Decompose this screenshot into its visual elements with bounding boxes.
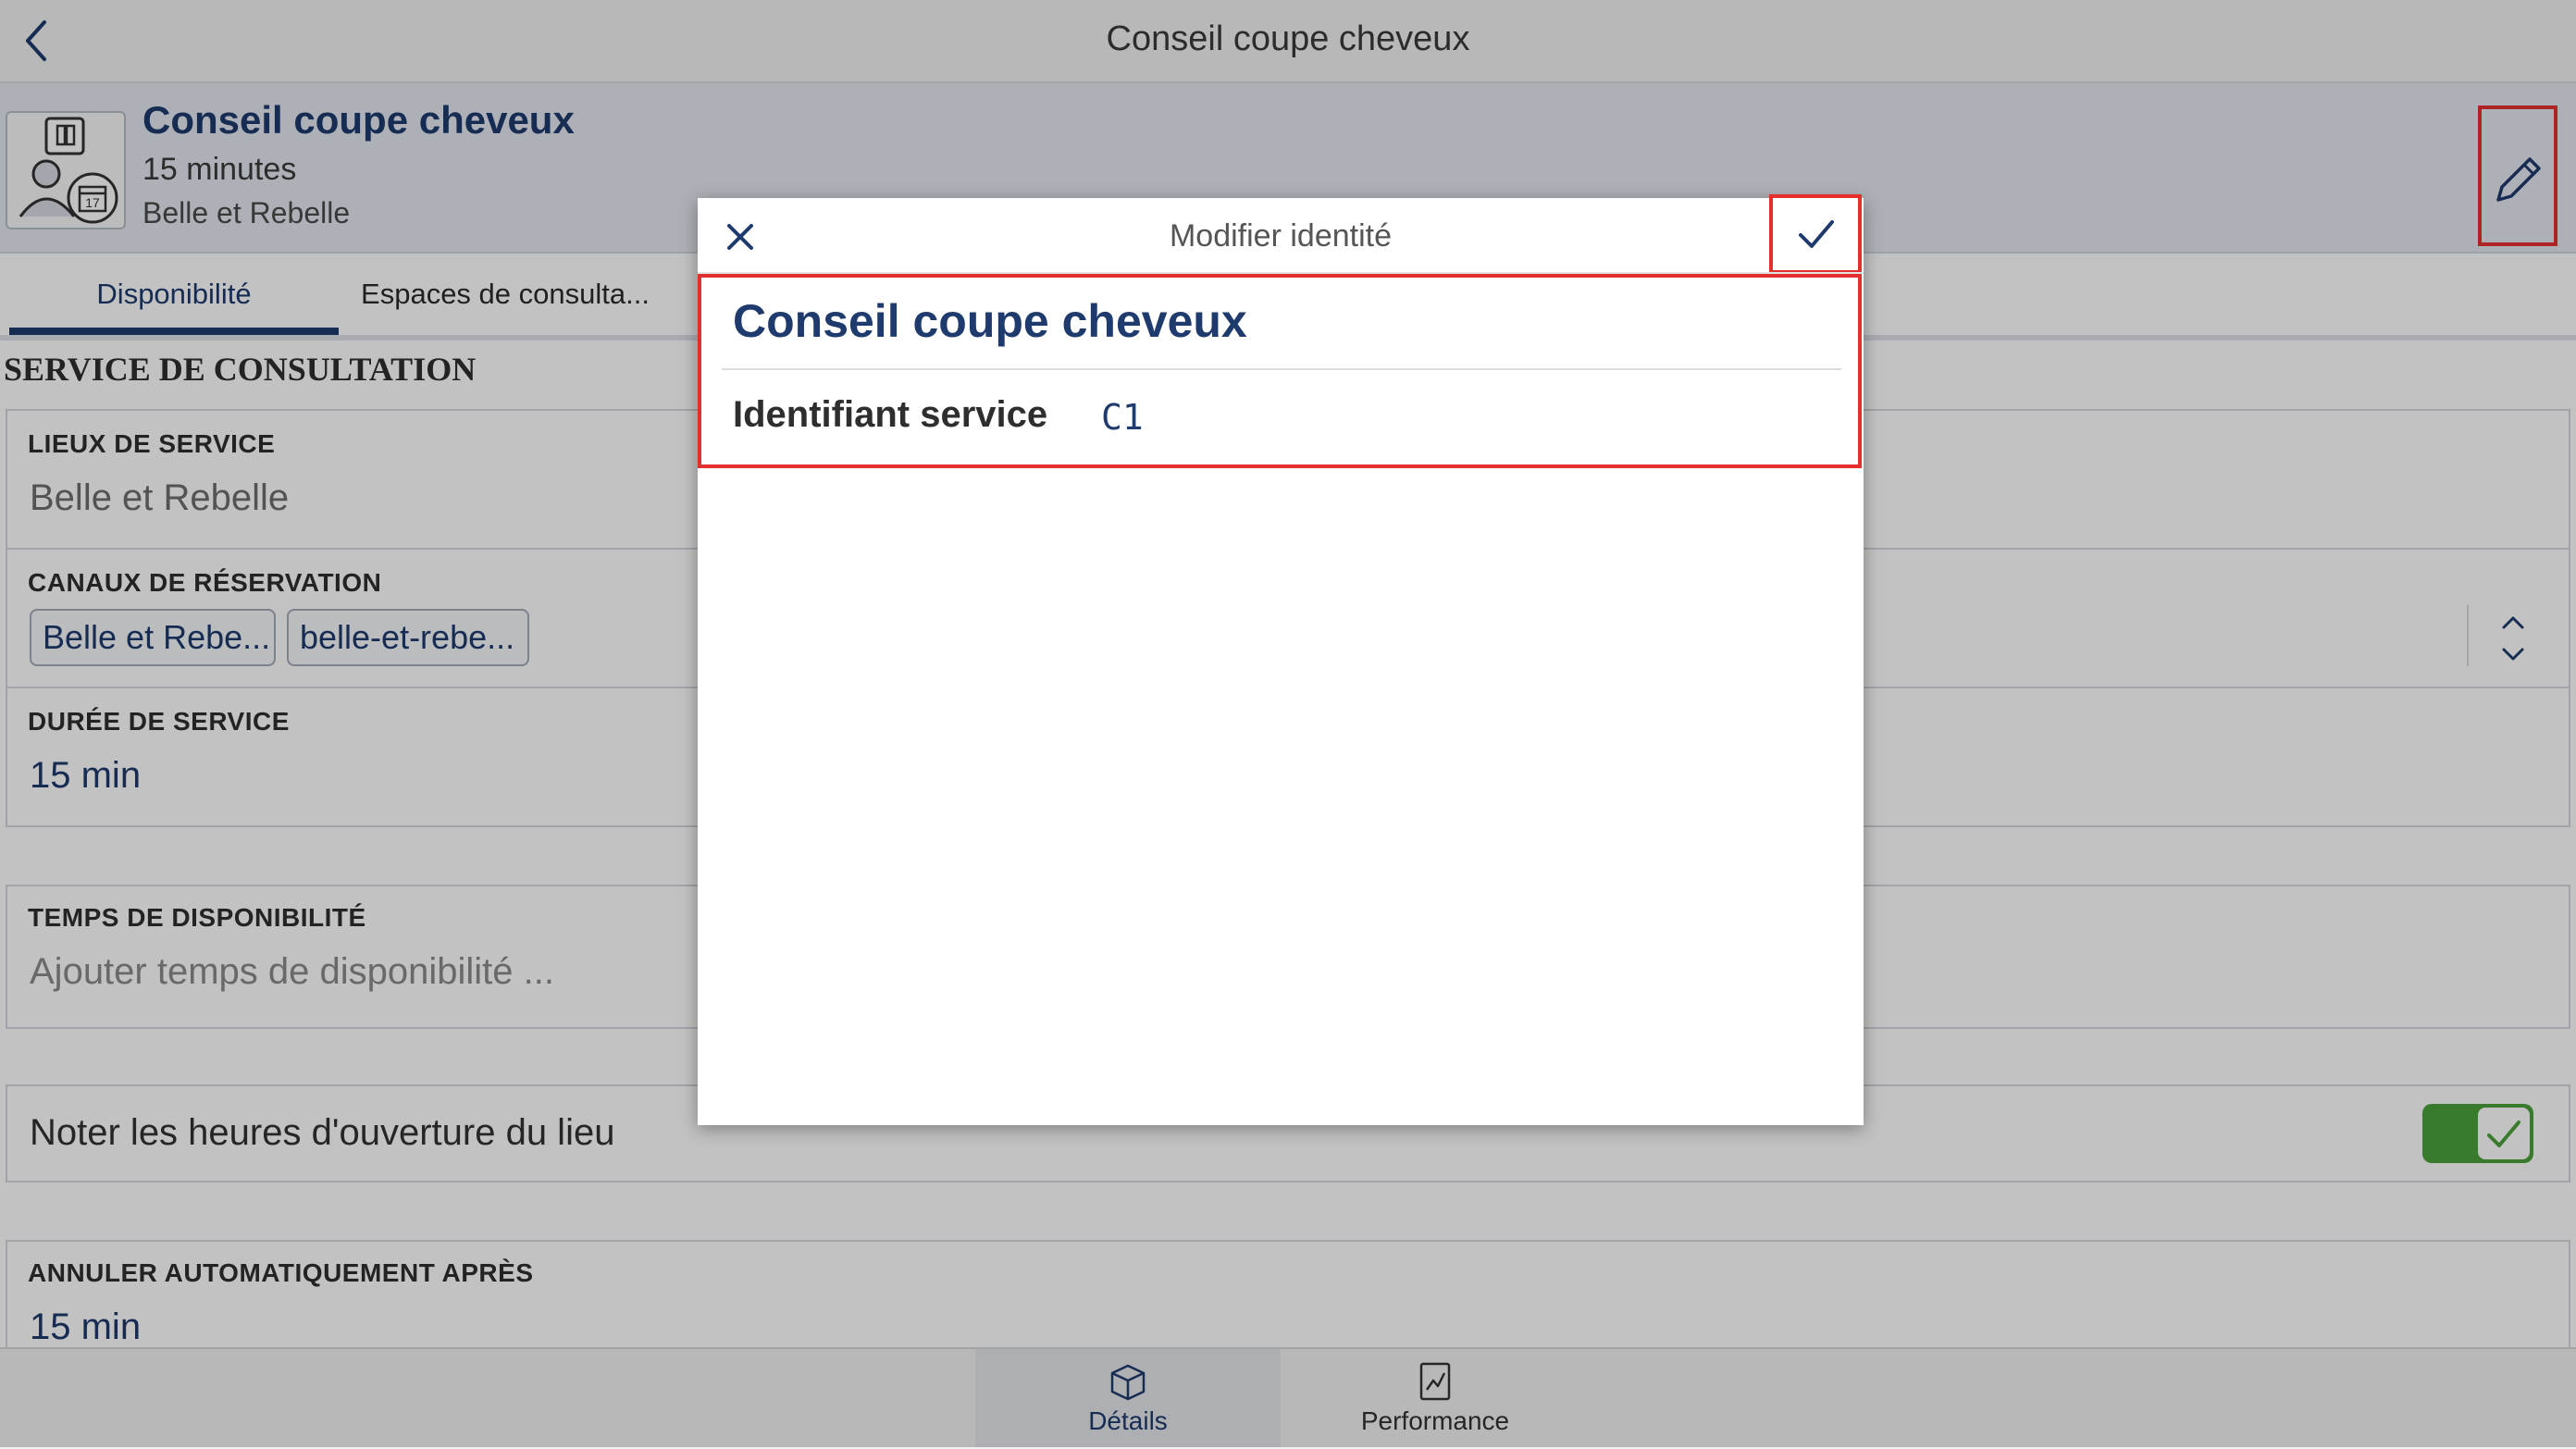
modal-confirm-button[interactable] xyxy=(1769,194,1862,274)
modal-close-button[interactable] xyxy=(714,211,766,263)
modal-title: Modifier identité xyxy=(1169,218,1392,254)
checkmark-icon xyxy=(1799,220,1834,248)
modal-service-name[interactable]: Conseil coupe cheveux xyxy=(733,294,1247,348)
close-icon xyxy=(727,224,753,250)
modal-field-divider xyxy=(722,368,1841,370)
identifiant-service-input[interactable]: C1 xyxy=(1101,387,1823,448)
identifiant-service-label: Identifiant service xyxy=(733,394,1048,435)
